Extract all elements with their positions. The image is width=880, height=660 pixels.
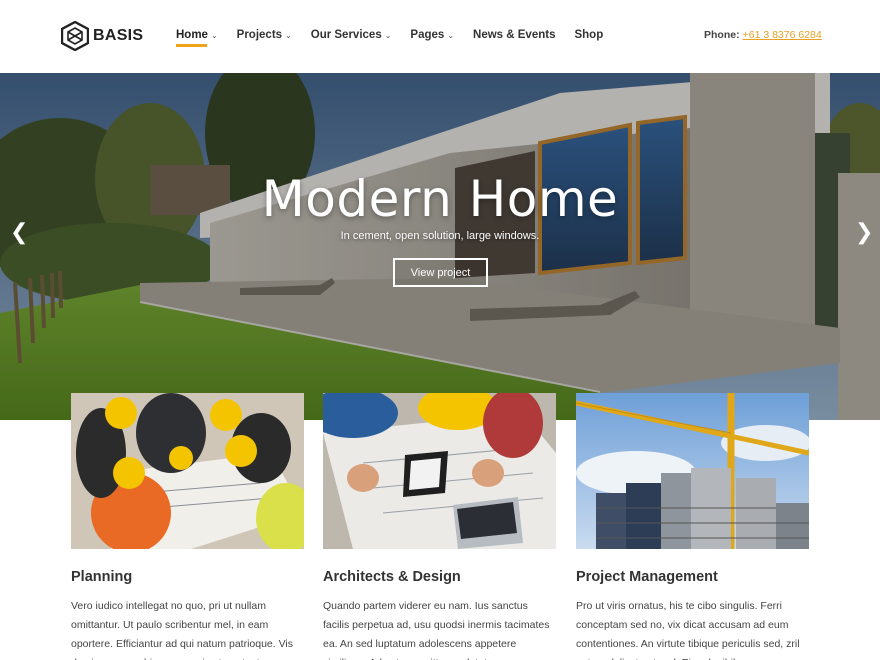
- hero-title: Modern Home: [261, 170, 619, 228]
- phone-link[interactable]: +61 3 8376 6284: [743, 29, 822, 41]
- nav-item-projects[interactable]: Projects ⌄: [237, 29, 292, 41]
- brand-name: BASIS: [93, 27, 144, 44]
- nav-label: Pages: [410, 29, 445, 41]
- feature-title: Planning: [71, 569, 133, 585]
- nav-label: Our Services: [310, 29, 382, 41]
- nav-label: Projects: [236, 29, 283, 41]
- chevron-down-icon: ⌄: [384, 30, 392, 40]
- feature-image[interactable]: [576, 393, 809, 549]
- nav-item-our-services[interactable]: Our Services ⌄: [311, 29, 392, 41]
- architects-photo: [323, 393, 556, 549]
- chevron-down-icon: ⌄: [285, 30, 292, 40]
- hero-subtitle: In cement, open solution, large windows.: [340, 230, 540, 242]
- view-project-button[interactable]: View project: [393, 258, 488, 287]
- nav-label: Home: [176, 29, 208, 41]
- nav-item-shop[interactable]: Shop: [574, 29, 603, 41]
- nav-label: News & Events: [473, 29, 556, 41]
- feature-text: Vero iudico intellegat no quo, pri ut nu…: [71, 600, 293, 660]
- logo[interactable]: BASIS: [61, 21, 143, 51]
- feature-text: Pro ut viris ornatus, his te cibo singul…: [576, 600, 800, 660]
- main-nav: Home ⌄ Projects ⌄ Our Services ⌄ Pages ⌄ New…: [176, 29, 622, 47]
- header-phone: Phone: +61 3 8376 6284: [704, 29, 822, 41]
- chevron-right-icon[interactable]: ❯: [855, 221, 873, 243]
- chevron-left-icon[interactable]: ❮: [10, 221, 28, 243]
- feature-image[interactable]: [323, 393, 556, 549]
- nav-item-pages[interactable]: Pages ⌄: [410, 29, 454, 41]
- feature-title: Project Management: [576, 569, 718, 585]
- nav-item-news-events[interactable]: News & Events: [473, 29, 555, 41]
- phone-label: Phone:: [704, 29, 740, 41]
- chevron-down-icon: ⌄: [210, 30, 218, 40]
- construction-photo: [576, 393, 809, 549]
- planning-photo: [71, 393, 304, 549]
- feature-text: Quando partem viderer eu nam. Ius sanctu…: [323, 600, 550, 660]
- feature-card-planning: Planning Vero iudico intellegat no quo, …: [71, 393, 304, 660]
- hero-slider: Modern Home In cement, open solution, la…: [0, 73, 880, 420]
- nav-item-home[interactable]: Home ⌄: [176, 29, 218, 47]
- nav-label: Shop: [574, 29, 604, 41]
- feature-image[interactable]: [71, 393, 304, 549]
- site-header: BASIS Home ⌄ Projects ⌄ Our Services ⌄ Page…: [0, 0, 880, 73]
- feature-title: Architects & Design: [323, 569, 461, 585]
- hero-overlay: [0, 73, 880, 420]
- chevron-down-icon: ⌄: [447, 30, 455, 40]
- logo-icon: [61, 21, 89, 51]
- feature-card-project-management: Project Management Pro ut viris ornatus,…: [576, 393, 809, 660]
- feature-card-architects: Architects & Design Quando partem videre…: [323, 393, 556, 660]
